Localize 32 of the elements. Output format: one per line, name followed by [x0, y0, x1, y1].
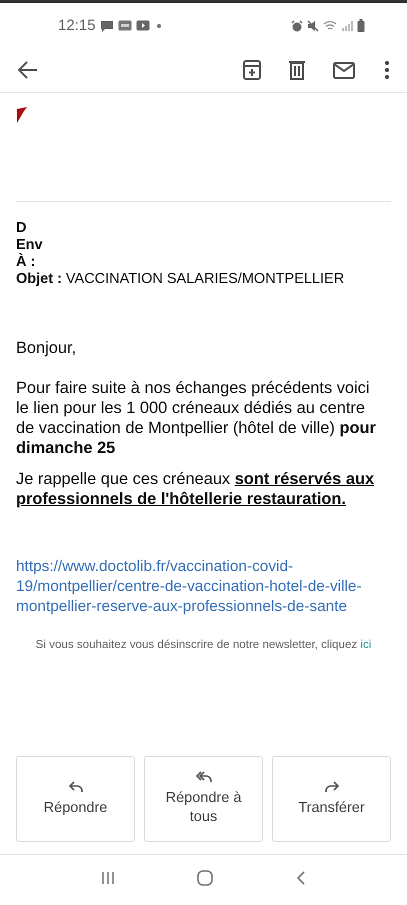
home-icon[interactable]: [197, 870, 214, 886]
back-nav-icon[interactable]: [296, 870, 306, 886]
more-icon[interactable]: [385, 61, 389, 79]
trash-icon[interactable]: [289, 60, 305, 80]
mail-icon[interactable]: [333, 62, 355, 78]
chat-icon: [100, 20, 114, 32]
paragraph: Pour faire suite à nos échanges précédents voici le lien pour les 1 000 créneaux dédiés au centre de vaccination de Montpellier (hôtel de ville) pour dimanche 25: [16, 378, 377, 458]
greeting: Bonjour,: [16, 338, 78, 358]
archive-icon[interactable]: [243, 60, 261, 80]
to-label: À :: [16, 254, 36, 271]
signal-icon: [341, 20, 353, 32]
forward-icon: [324, 780, 338, 792]
video-icon: [136, 20, 150, 31]
clock: 12:15: [58, 17, 96, 34]
alarm-icon: [291, 20, 303, 32]
paragraph: Je rappelle que ces créneaux sont réservés aux professionnels de l'hôtellerie restauration.: [16, 469, 376, 509]
battery-icon: [357, 19, 365, 32]
unsubscribe-text: Si vous souhaitez vous désinscrire de notre newsletter, cliquez ici: [34, 637, 372, 653]
mute-icon: [307, 20, 319, 32]
subject-label: Objet :: [16, 271, 62, 288]
recent-apps-icon[interactable]: [101, 871, 116, 885]
wifi-icon: [323, 20, 337, 32]
link[interactable]: https://www.doctolib.fr/vaccination-covid-19/montpellier/centre-de-vaccination-hotel-de-ville-montpellier-reserve-aux-professionnels-de-sante: [16, 557, 391, 617]
from-label: D: [16, 220, 26, 237]
back-icon[interactable]: [18, 61, 38, 79]
reply-icon: [68, 780, 82, 792]
reply-button[interactable]: Répondre: [16, 756, 135, 842]
reply-all-icon: [196, 771, 212, 783]
reply-all-button[interactable]: Répondre à tous: [144, 756, 263, 842]
forward-button[interactable]: Transférer: [272, 756, 391, 842]
sent-label: Env: [16, 237, 43, 253]
subject-text: VACCINATION SALARIES/MONTPELLIER: [66, 271, 344, 288]
